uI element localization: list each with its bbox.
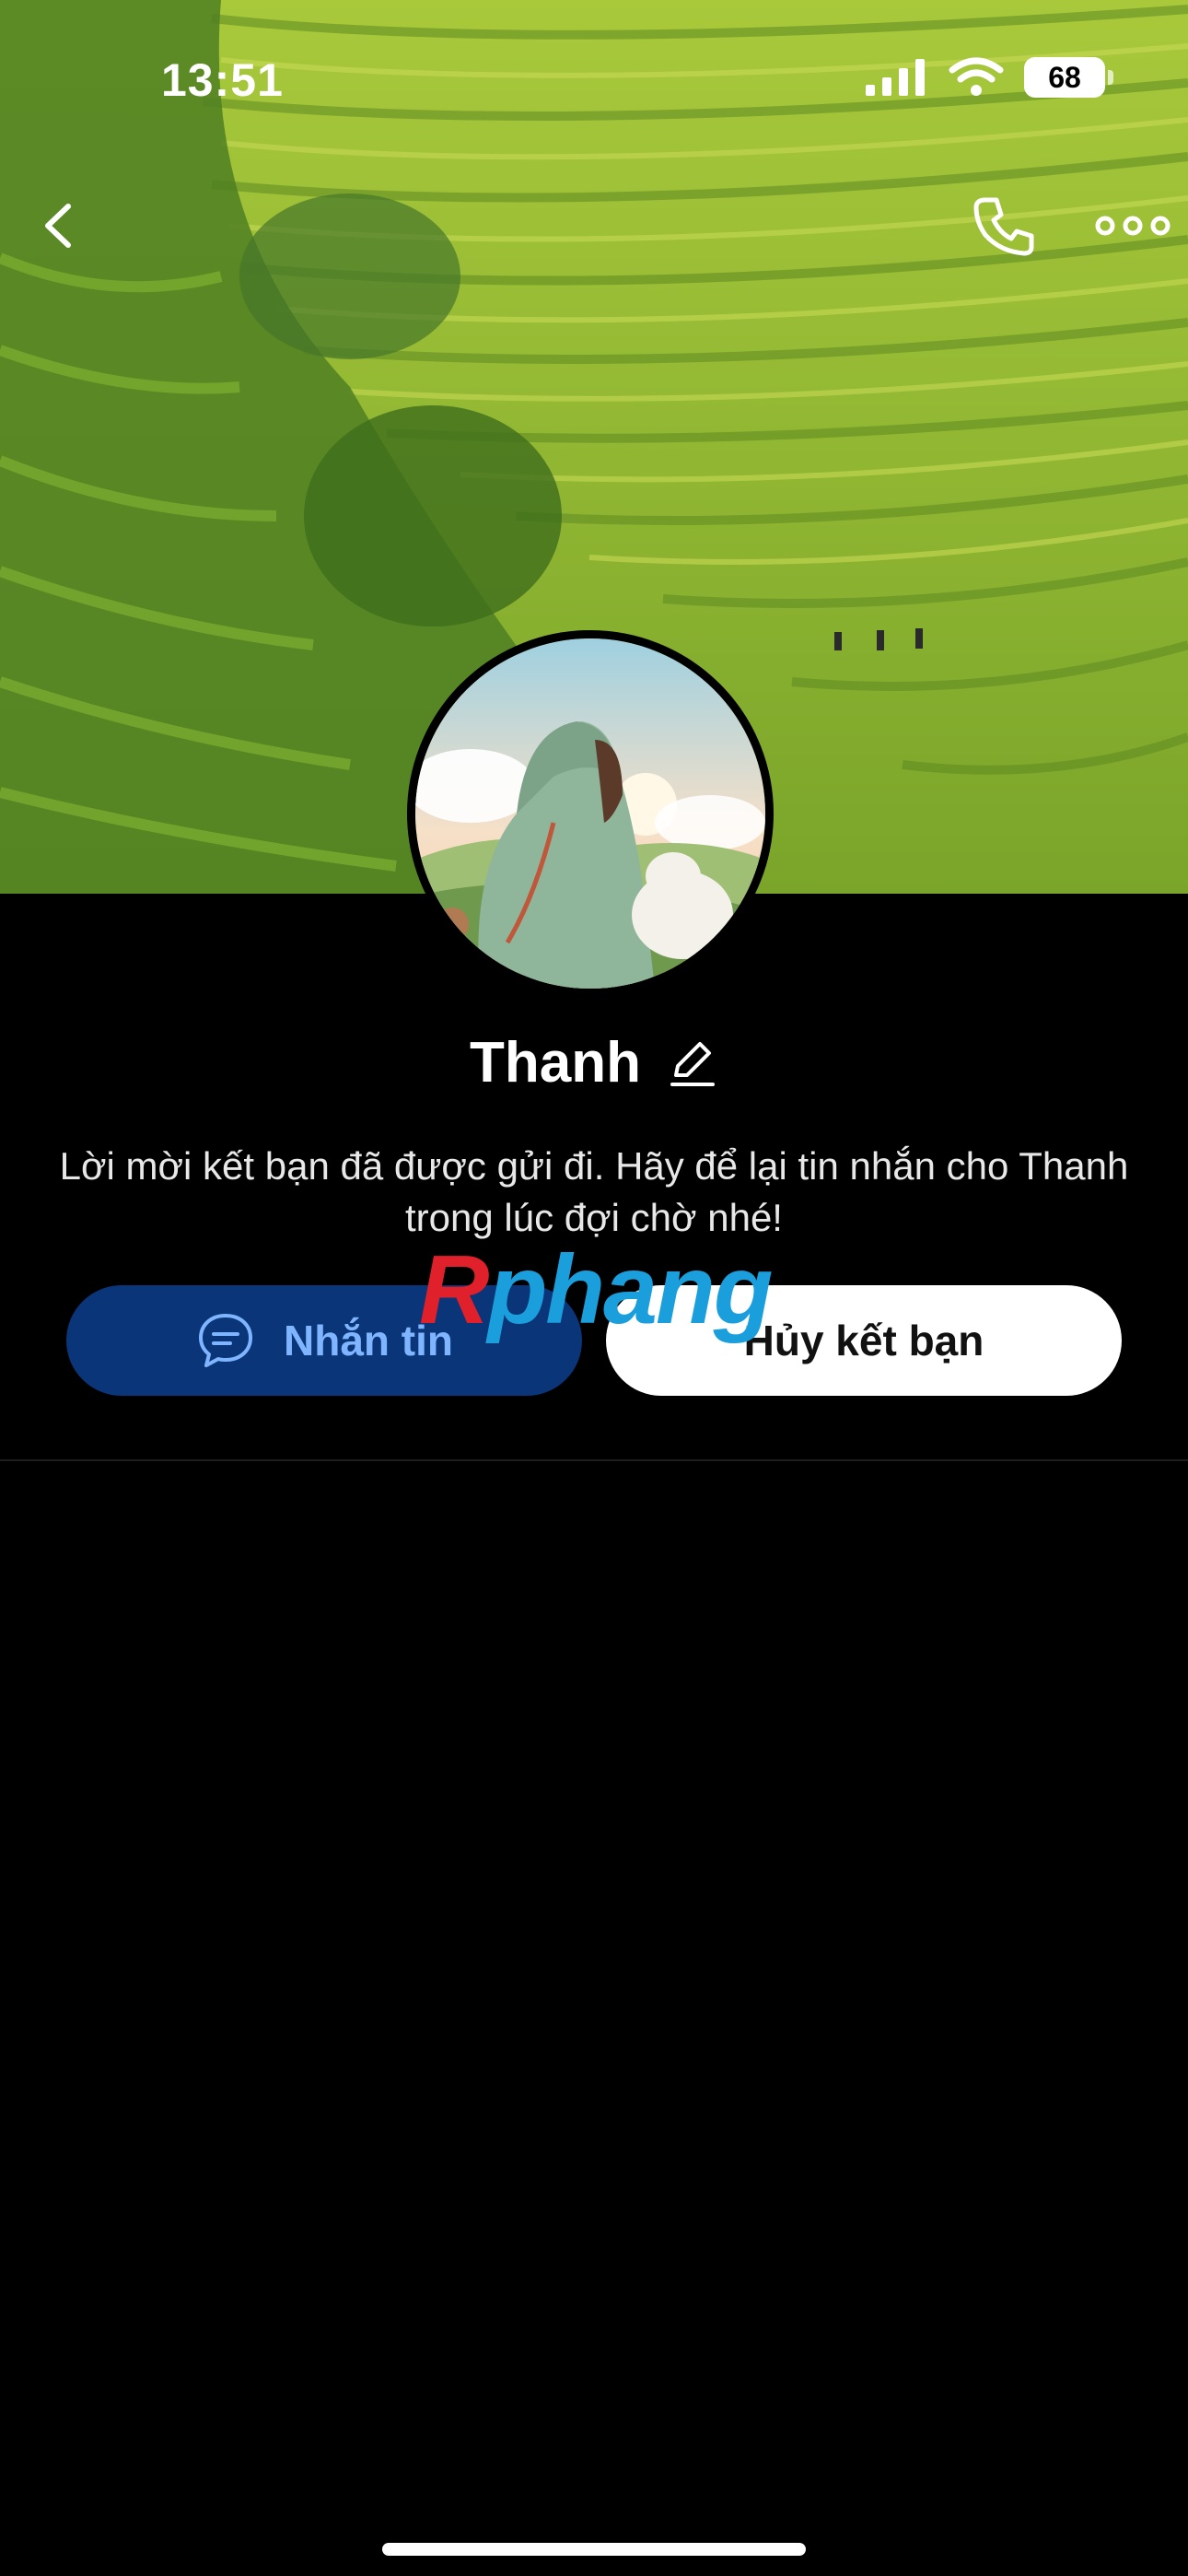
chevron-left-icon [45, 204, 71, 248]
more-horizontal-icon [1095, 216, 1171, 236]
call-button[interactable] [967, 189, 1041, 263]
wifi-icon [949, 57, 1004, 96]
cancel-friend-request-label: Hủy kết bạn [743, 1317, 984, 1364]
chat-bubble-icon [199, 1314, 252, 1367]
status-icons: 68 [864, 57, 1113, 98]
cancel-friend-request-button[interactable]: Hủy kết bạn [606, 1285, 1122, 1396]
avatar[interactable] [407, 630, 774, 997]
send-message-label: Nhắn tin [284, 1317, 453, 1364]
battery-indicator: 68 [1024, 57, 1113, 98]
friend-request-message: Lời mời kết bạn đã được gửi đi. Hãy để l… [59, 1144, 1129, 1239]
back-button[interactable] [28, 193, 92, 258]
status-bar: 13:51 68 [0, 0, 1188, 157]
home-indicator[interactable] [382, 2543, 806, 2556]
profile-name-row: Thanh [0, 1030, 1188, 1095]
avatar-illustration [415, 638, 765, 989]
phone-icon [973, 197, 1034, 256]
pencil-icon[interactable] [665, 1036, 718, 1090]
cellular-signal-icon [866, 59, 925, 96]
status-time: 13:51 [161, 54, 284, 106]
profile-name: Thanh [470, 1031, 641, 1095]
send-message-button[interactable]: Nhắn tin [66, 1285, 582, 1396]
section-divider [0, 1459, 1188, 1461]
more-options-button[interactable] [1091, 198, 1174, 253]
